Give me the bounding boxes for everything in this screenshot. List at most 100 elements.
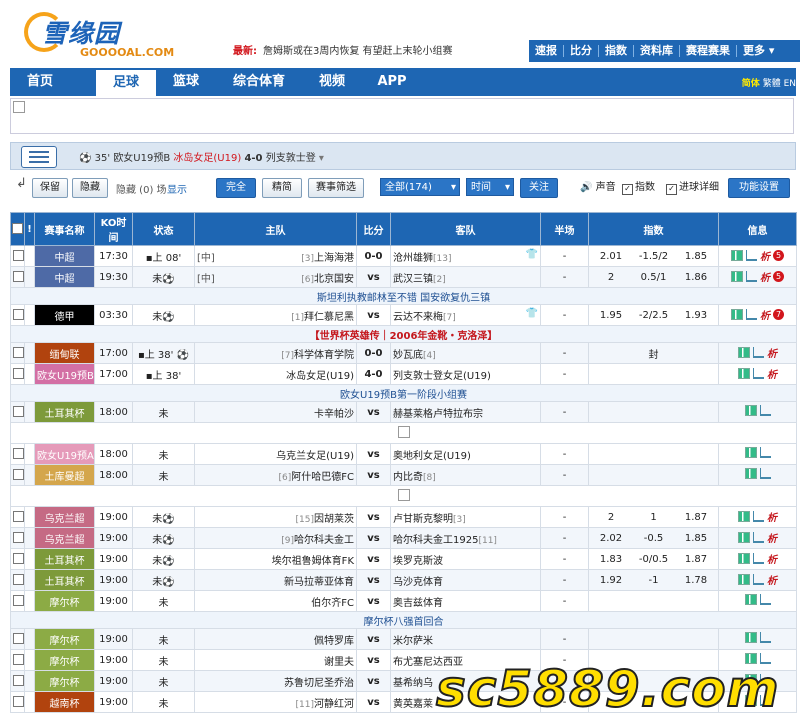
away-team[interactable]: 列支敦士登女足(U19) — [390, 363, 541, 385]
nav-tab-0[interactable]: 首页 — [10, 68, 70, 96]
section-row[interactable]: 欧女U19预B第一阶段小组赛 — [10, 384, 797, 402]
league-name[interactable]: 土耳其杯 — [34, 401, 95, 423]
menu-button[interactable] — [21, 146, 57, 168]
odds[interactable]: 1.92 -1 1.78 — [588, 569, 719, 591]
show-link[interactable]: 显示 — [167, 181, 187, 196]
score[interactable]: vs — [356, 670, 391, 692]
quick-link-5[interactable]: 更多 ▾ — [737, 45, 780, 57]
away-team[interactable]: 奥吉兹体育 — [390, 590, 541, 612]
complete-button[interactable]: 完全 — [216, 178, 256, 198]
table-row[interactable]: 土耳其杯 19:00 未⚽ 新马拉蒂亚体育 vs 乌沙克体育 -1.92 -1 1.78 析 — [10, 569, 797, 591]
league-name[interactable]: 缅甸联 — [34, 342, 95, 364]
simple-button[interactable]: 精简 — [262, 178, 302, 198]
table-row[interactable]: 缅甸联 17:00 ▪上 38' ⚽ [7]科学体育学院 0-0 妙瓦底[4] - 封析 — [10, 342, 797, 364]
home-team-name[interactable]: 拜仁慕尼黑 — [304, 312, 354, 323]
row-checkbox[interactable] — [13, 250, 24, 262]
home-team-name[interactable]: 卡辛帕沙 — [314, 409, 354, 420]
analysis-icon[interactable]: 析 — [767, 509, 777, 524]
select-all-checkbox[interactable] — [12, 223, 23, 235]
away-team-name[interactable]: 埃罗克斯波 — [393, 556, 443, 567]
nav-tab-3[interactable]: 综合体育 — [216, 68, 302, 96]
stats-icon[interactable] — [738, 368, 750, 379]
home-team[interactable]: 埃尔祖鲁姆体育FK — [194, 548, 357, 570]
away-team-name[interactable]: 奥地利女足(U19) — [393, 451, 471, 462]
table-row[interactable]: 乌克兰超 19:00 未⚽ [9]哈尔科夫金工 vs 哈尔科夫金工1925[11] -2.0… — [10, 527, 797, 549]
away-team-name[interactable]: 米尔萨米 — [393, 636, 433, 647]
chart-icon[interactable] — [759, 468, 771, 479]
stats-icon[interactable] — [738, 553, 750, 564]
stats-icon[interactable] — [744, 405, 757, 416]
chart-icon[interactable] — [753, 347, 764, 358]
odds[interactable]: 封 — [588, 342, 719, 364]
home-team-name[interactable]: 伯尔齐FC — [311, 598, 354, 609]
home-team[interactable]: [7]科学体育学院 — [194, 342, 357, 364]
away-team-name[interactable]: 沧州雄狮 — [393, 253, 433, 264]
away-team-name[interactable]: 列支敦士登女足(U19) — [393, 371, 491, 382]
row-checkbox[interactable] — [13, 675, 24, 687]
score[interactable]: vs — [356, 464, 391, 486]
analysis-icon[interactable]: 析 — [767, 551, 777, 566]
row-checkbox[interactable] — [13, 309, 24, 321]
away-team[interactable]: 武汉三镇[2] — [390, 266, 541, 288]
odds[interactable] — [588, 464, 719, 486]
home-team[interactable]: [中] [6]北京国安 — [194, 266, 357, 288]
chart-icon[interactable] — [746, 250, 757, 261]
row-checkbox[interactable] — [13, 271, 24, 283]
score[interactable]: vs — [356, 401, 391, 423]
analysis-icon[interactable]: 析 — [767, 530, 777, 545]
table-row[interactable]: 中超 17:30 ▪上 08' [中] [3]上海海港 0-0 沧州雄狮[13] 👕 -2.01… — [10, 245, 797, 267]
league-name[interactable]: 土耳其杯 — [34, 569, 95, 591]
home-team[interactable]: [1]拜仁慕尼黑 — [194, 304, 357, 326]
home-team-name[interactable]: 埃尔祖鲁姆体育FK — [272, 556, 354, 567]
odds[interactable] — [588, 401, 719, 423]
away-team[interactable]: 奥地利女足(U19) — [390, 443, 541, 465]
league-name[interactable]: 欧女U19预A — [34, 443, 95, 465]
away-team[interactable]: 米尔萨米 — [390, 628, 541, 650]
stats-icon[interactable] — [738, 574, 750, 585]
home-team-name[interactable]: 谢里夫 — [324, 657, 354, 668]
away-team-name[interactable]: 云达不来梅 — [393, 312, 443, 323]
away-team[interactable]: 云达不来梅[7] 👕 — [390, 304, 541, 326]
away-team-name[interactable]: 武汉三镇 — [393, 274, 433, 285]
league-name[interactable]: 土耳其杯 — [34, 548, 95, 570]
row-checkbox[interactable] — [13, 406, 24, 418]
away-team[interactable]: 沧州雄狮[13] 👕 — [390, 245, 541, 267]
league-name[interactable]: 越南杯 — [34, 691, 95, 713]
analysis-icon[interactable]: 析 — [760, 269, 770, 284]
row-checkbox[interactable] — [13, 469, 24, 481]
stats-icon[interactable] — [738, 347, 750, 358]
stats-icon[interactable] — [744, 468, 757, 479]
analysis-icon[interactable]: 析 — [767, 572, 777, 587]
home-team[interactable]: [15]因胡莱茨 — [194, 506, 357, 528]
home-team[interactable]: 卡辛帕沙 — [194, 401, 357, 423]
quick-link-3[interactable]: 资料库 — [634, 45, 680, 57]
odds[interactable] — [588, 363, 719, 385]
away-team[interactable]: 赫基莱格卢特拉布宗 — [390, 401, 541, 423]
nav-tab-4[interactable]: 视频 — [302, 68, 362, 96]
away-team-name[interactable]: 乌沙克体育 — [393, 577, 443, 588]
away-team-name[interactable]: 卢甘斯克黎明 — [393, 514, 453, 525]
score[interactable]: vs — [356, 590, 391, 612]
table-row[interactable]: 土耳其杯 18:00 未 卡辛帕沙 vs 赫基莱格卢特拉布宗 - — [10, 401, 797, 423]
league-name[interactable]: 欧女U19预B — [34, 363, 95, 385]
stats-icon[interactable] — [731, 250, 743, 261]
ad-banner[interactable] — [10, 98, 794, 134]
table-row[interactable]: 欧女U19预A 18:00 未 乌克兰女足(U19) vs 奥地利女足(U19) - — [10, 443, 797, 465]
hide-button[interactable]: 隐藏 — [72, 178, 108, 198]
score[interactable]: vs — [356, 443, 391, 465]
stats-icon[interactable] — [744, 594, 757, 605]
home-team-name[interactable]: 乌克兰女足(U19) — [276, 451, 354, 462]
away-team-name[interactable]: 奥吉兹体育 — [393, 598, 443, 609]
home-team-name[interactable]: 科学体育学院 — [294, 350, 354, 361]
odds[interactable]: 2.02 -0.5 1.85 — [588, 527, 719, 549]
away-team-name[interactable]: 黄英嘉莱 — [393, 699, 433, 710]
home-team[interactable]: [11]河静红河 — [194, 691, 357, 713]
quick-link-2[interactable]: 指数 — [599, 45, 634, 57]
row-checkbox[interactable] — [13, 633, 24, 645]
away-team-name[interactable]: 基希纳乌 — [393, 678, 433, 689]
stats-icon[interactable] — [744, 632, 757, 643]
league-name[interactable]: 摩尔杯 — [34, 649, 95, 671]
chevron-down-icon[interactable]: ▾ — [319, 153, 324, 164]
league-name[interactable]: 乌克兰超 — [34, 506, 95, 528]
home-team-name[interactable]: 上海海港 — [314, 253, 354, 264]
